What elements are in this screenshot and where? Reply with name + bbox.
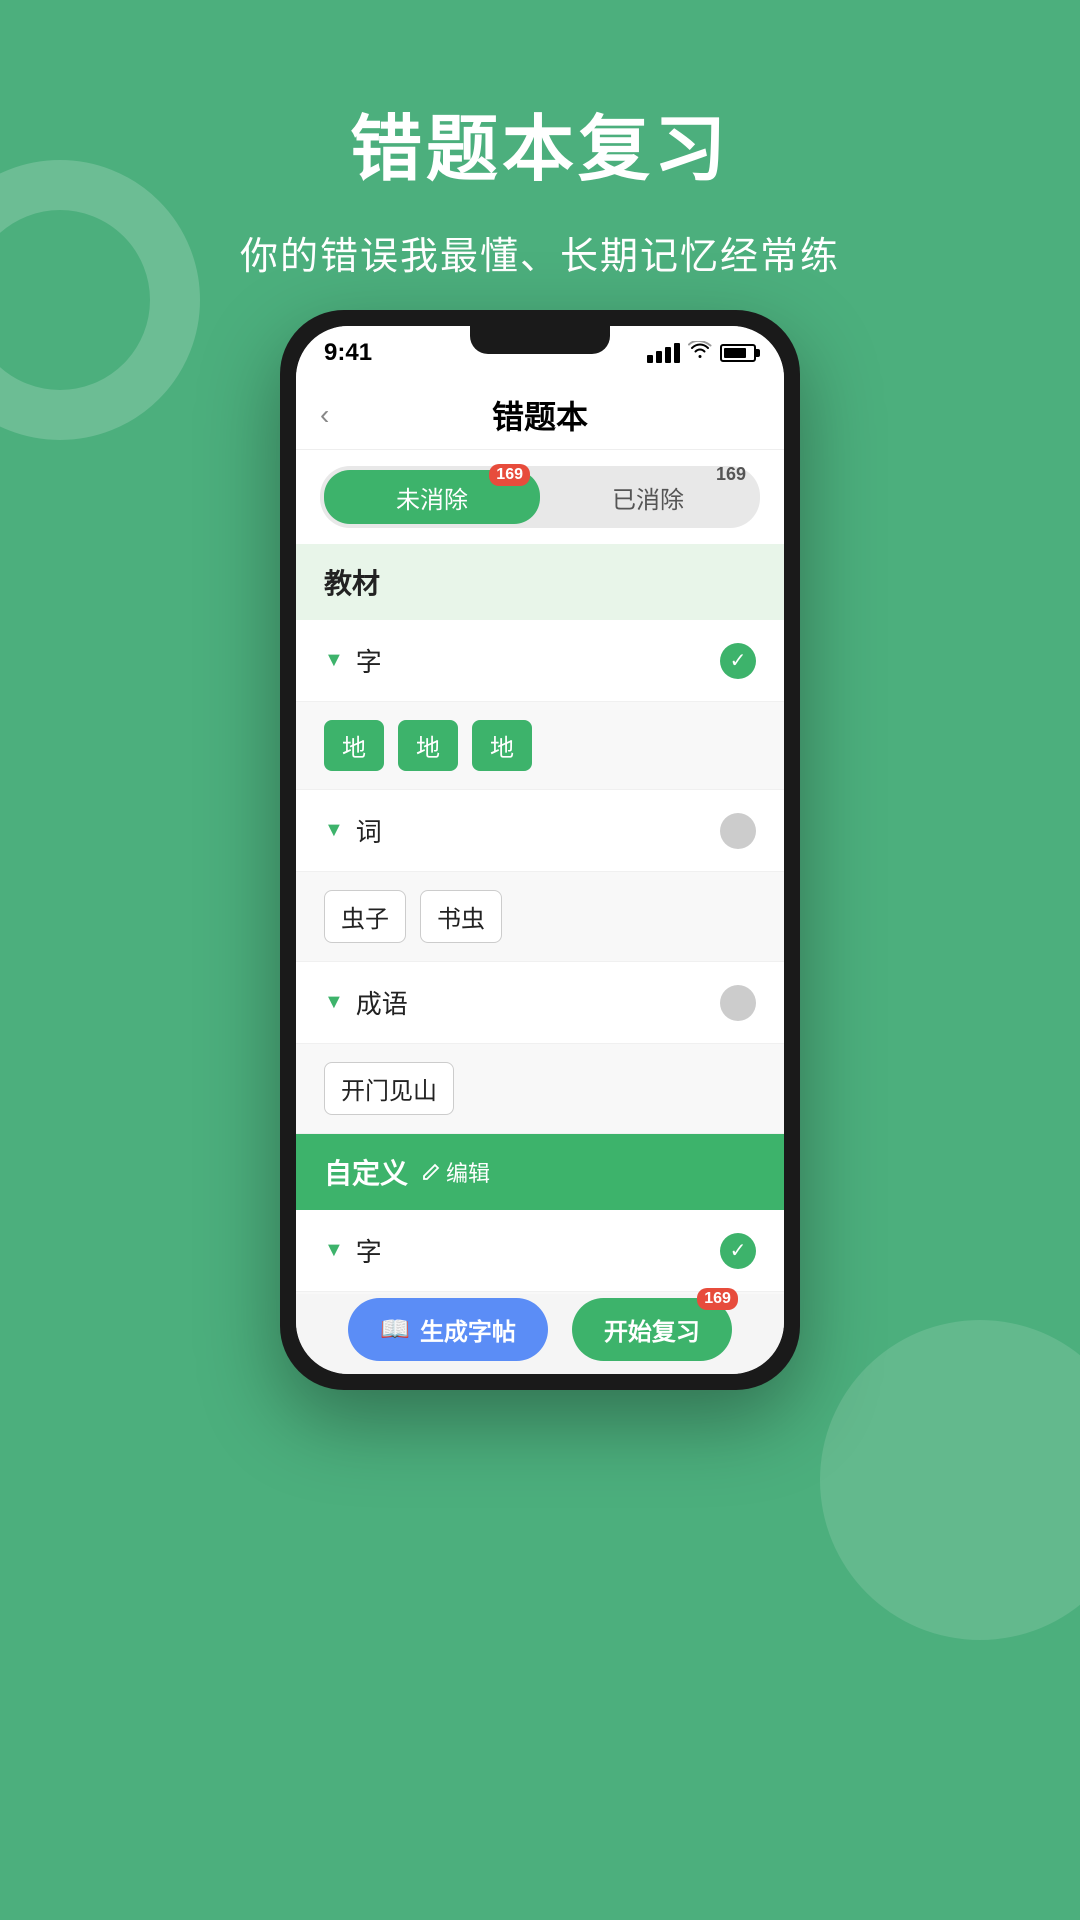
check-circle-cy-1 bbox=[720, 985, 756, 1021]
items-row-ci-1: 虫子 书虫 bbox=[296, 872, 784, 962]
category-name-cy-1: 成语 bbox=[356, 984, 408, 1021]
item-ci-1-1[interactable]: 书虫 bbox=[420, 890, 502, 943]
arrow-icon-zi-2: ▼ bbox=[324, 1239, 344, 1262]
section-textbook-header: 教材 bbox=[296, 544, 784, 620]
check-circle-ci-1 bbox=[720, 813, 756, 849]
bottom-bar: 📖 生成字帖 开始复习 169 bbox=[296, 1294, 784, 1374]
arrow-icon-zi-1: ▼ bbox=[324, 649, 344, 672]
hero-title: 错题本复习 bbox=[0, 0, 1080, 195]
item-ci-1-0[interactable]: 虫子 bbox=[324, 890, 406, 943]
generate-copybook-button[interactable]: 📖 生成字帖 bbox=[348, 1298, 548, 1361]
tabs-bar: 未消除 169 已消除 169 bbox=[296, 450, 784, 544]
start-badge: 169 bbox=[697, 1288, 738, 1310]
category-row-ci-1[interactable]: ▼ 词 bbox=[296, 790, 784, 872]
section-custom-header: 自定义 编辑 bbox=[296, 1134, 784, 1210]
back-button[interactable]: ‹ bbox=[320, 399, 329, 431]
category-row-zi-2[interactable]: ▼ 字 ✓ bbox=[296, 1210, 784, 1292]
category-name-zi-1: 字 bbox=[356, 642, 382, 679]
phone-screen: 9:41 bbox=[296, 326, 784, 1374]
nav-bar: ‹ 错题本 bbox=[296, 380, 784, 450]
item-zi-1-1[interactable]: 地 bbox=[398, 720, 458, 771]
wifi-icon bbox=[688, 341, 712, 365]
arrow-icon-cy-1: ▼ bbox=[324, 991, 344, 1014]
category-name-zi-2: 字 bbox=[356, 1232, 382, 1269]
bg-circle-right bbox=[820, 1320, 1080, 1640]
signal-icon bbox=[647, 343, 680, 363]
phone-shell: 9:41 bbox=[280, 310, 800, 1390]
item-cy-1-0[interactable]: 开门见山 bbox=[324, 1062, 454, 1115]
page-title: 错题本 bbox=[492, 392, 588, 438]
battery-icon bbox=[720, 344, 756, 362]
generate-icon: 📖 bbox=[380, 1315, 410, 1344]
items-row-cy-1: 开门见山 bbox=[296, 1044, 784, 1134]
tab-container: 未消除 169 已消除 169 bbox=[320, 466, 760, 528]
status-time: 9:41 bbox=[324, 339, 372, 367]
start-label: 开始复习 bbox=[604, 1312, 700, 1347]
screen-content: 教材 ▼ 字 ✓ 地 地 地 ▼ 词 bbox=[296, 544, 784, 1302]
tab-inactive-badge: 169 bbox=[716, 464, 746, 485]
item-zi-1-2[interactable]: 地 bbox=[472, 720, 532, 771]
status-icons bbox=[647, 341, 756, 365]
category-row-zi-1[interactable]: ▼ 字 ✓ bbox=[296, 620, 784, 702]
start-review-button[interactable]: 开始复习 169 bbox=[572, 1298, 732, 1361]
tab-active-badge: 169 bbox=[489, 464, 530, 486]
generate-label: 生成字帖 bbox=[420, 1312, 516, 1347]
item-zi-1-0[interactable]: 地 bbox=[324, 720, 384, 771]
edit-button[interactable]: 编辑 bbox=[420, 1156, 490, 1188]
phone-notch bbox=[470, 326, 610, 354]
arrow-icon-ci-1: ▼ bbox=[324, 819, 344, 842]
tab-not-cleared[interactable]: 未消除 169 bbox=[324, 470, 540, 524]
tab-cleared[interactable]: 已消除 169 bbox=[540, 470, 756, 524]
category-name-ci-1: 词 bbox=[356, 812, 382, 849]
items-row-zi-1: 地 地 地 bbox=[296, 702, 784, 790]
check-circle-zi-2: ✓ bbox=[720, 1233, 756, 1269]
category-row-cy-1[interactable]: ▼ 成语 bbox=[296, 962, 784, 1044]
bg-circle-left bbox=[0, 160, 200, 440]
check-circle-zi-1: ✓ bbox=[720, 643, 756, 679]
